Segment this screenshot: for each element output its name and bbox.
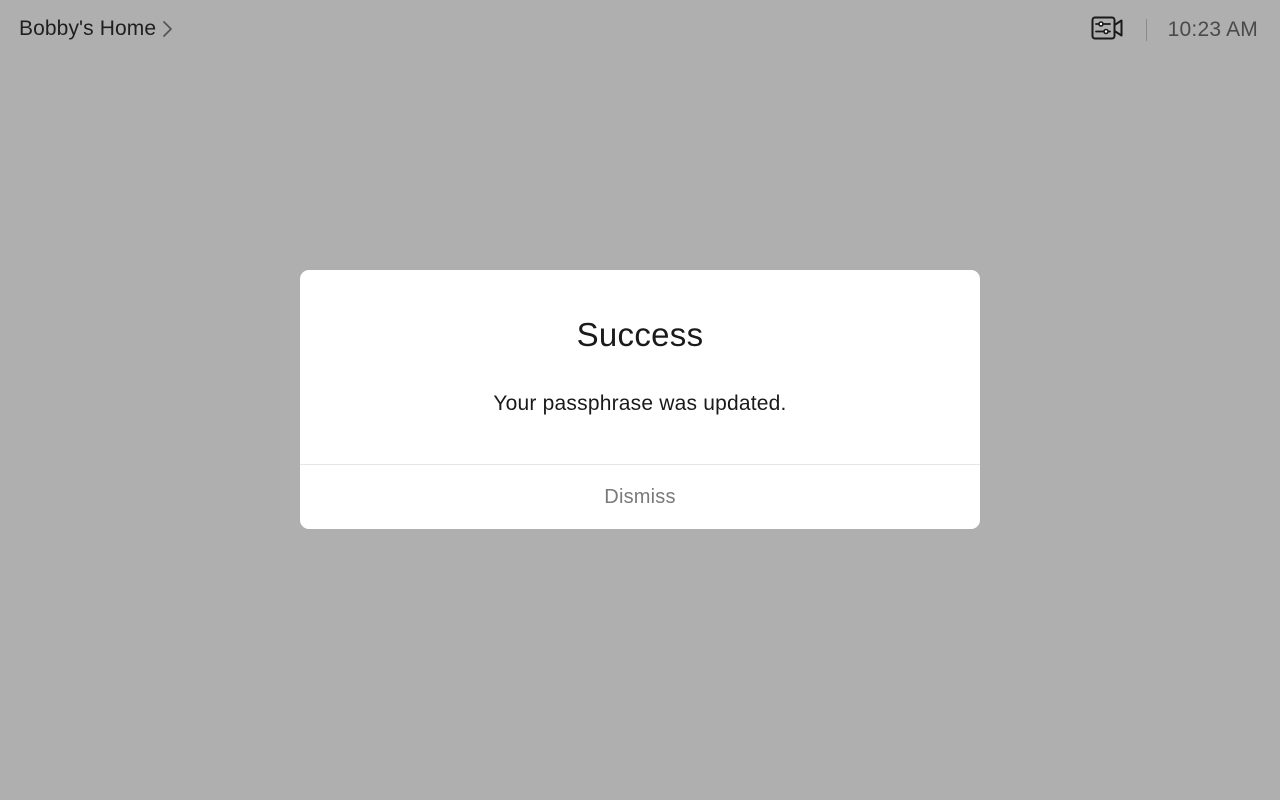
dismiss-button[interactable]: Dismiss bbox=[300, 465, 980, 529]
chevron-right-icon bbox=[162, 20, 174, 38]
header-divider bbox=[1145, 19, 1147, 41]
clock: 10:23 AM bbox=[1167, 18, 1258, 41]
dialog-title: Success bbox=[576, 316, 704, 353]
dialog-message: Your passphrase was updated. bbox=[493, 392, 787, 415]
top-bar: Bobby's Home 10:23 AM bbox=[0, 0, 1280, 60]
home-breadcrumb[interactable]: Bobby's Home bbox=[19, 15, 174, 43]
status-cluster: 10:23 AM bbox=[1090, 14, 1258, 46]
camera-controls-icon bbox=[1091, 16, 1123, 45]
home-label: Bobby's Home bbox=[19, 17, 157, 40]
success-dialog: Success Your passphrase was updated. Dis… bbox=[300, 270, 980, 529]
camera-controls-button[interactable] bbox=[1090, 15, 1124, 45]
